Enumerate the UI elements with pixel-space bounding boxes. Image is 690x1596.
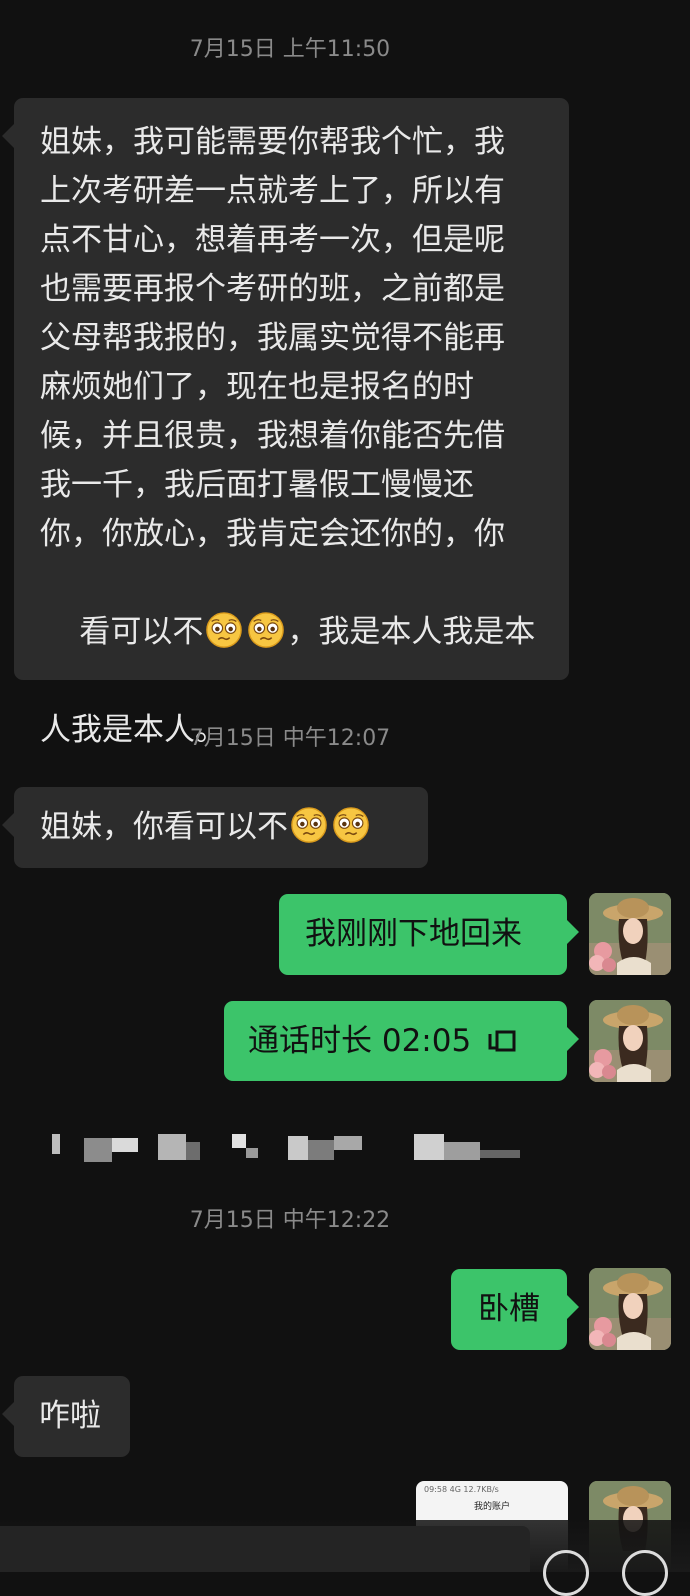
call-record-bubble[interactable]: 通话时长 02:05 bbox=[224, 1001, 579, 1081]
message-text: 姐妹，你看可以不 bbox=[40, 809, 288, 845]
pixelated-redaction bbox=[48, 1120, 588, 1175]
message-input-field[interactable] bbox=[0, 1526, 530, 1572]
redaction-block bbox=[480, 1150, 520, 1158]
preview-title-text: 我的账户 bbox=[473, 1502, 510, 1512]
redaction-block bbox=[288, 1136, 308, 1160]
message-line: 父母帮我报的，我属实觉得不能再 bbox=[40, 320, 505, 356]
avatar-photo bbox=[589, 1000, 671, 1082]
redaction-block bbox=[158, 1134, 186, 1160]
timestamp: 7月15日 中午12:22 bbox=[189, 1208, 391, 1233]
pleading-face-emoji bbox=[333, 807, 369, 843]
message-line: 看可以不 ，我是本人我是本 bbox=[40, 559, 545, 706]
redaction-block bbox=[246, 1148, 258, 1158]
preview-status-text: 09:58 4G 12.7KB/s bbox=[424, 1485, 499, 1494]
redaction-block bbox=[186, 1142, 200, 1160]
call-duration-text: 通话时长 02:05 bbox=[248, 1023, 472, 1059]
message-text: 我刚刚下地回来 bbox=[305, 916, 522, 952]
user-avatar[interactable] bbox=[589, 1268, 671, 1350]
message-line: 我一千，我后面打暑假工慢慢还 bbox=[40, 467, 474, 503]
redaction-block bbox=[308, 1140, 334, 1160]
timestamp: 7月15日 中午12:07 bbox=[189, 726, 391, 751]
message-text: ，我是本人我是本 bbox=[287, 614, 536, 650]
redaction-block bbox=[334, 1136, 362, 1150]
message-line: 候，并且很贵，我想着你能否先借 bbox=[40, 418, 505, 454]
message-text: 咋啦 bbox=[39, 1398, 101, 1434]
avatar-photo bbox=[589, 893, 671, 975]
pleading-face-emoji bbox=[248, 612, 285, 648]
pleading-face-emoji bbox=[206, 612, 243, 648]
message-line: 麻烦她们了，现在也是报名的时 bbox=[40, 369, 474, 405]
message-line: 姐妹，我可能需要你帮我个忙，我 bbox=[40, 124, 505, 160]
avatar-photo bbox=[589, 1268, 671, 1350]
redaction-block bbox=[52, 1134, 60, 1154]
emoji-button[interactable] bbox=[543, 1550, 589, 1596]
redaction-block bbox=[414, 1134, 444, 1160]
message-text: 卧槽 bbox=[478, 1291, 540, 1327]
message-line: 点不甘心，想着再考一次，但是呢 bbox=[40, 222, 505, 258]
user-avatar[interactable] bbox=[589, 893, 671, 975]
incoming-message-bubble[interactable]: 姐妹，我可能需要你帮我个忙，我 上次考研差一点就考上了，所以有 点不甘心，想着再… bbox=[2, 98, 569, 748]
redaction-block bbox=[232, 1134, 246, 1148]
pleading-face-emoji bbox=[291, 807, 327, 843]
outgoing-message-bubble[interactable]: 卧槽 bbox=[451, 1269, 579, 1350]
message-line: 你，你放心，我肯定会还你的，你 bbox=[40, 516, 505, 552]
message-line: 也需要再报个考研的班，之前都是 bbox=[40, 271, 505, 307]
message-text: 看可以不 bbox=[79, 614, 204, 650]
more-button[interactable] bbox=[622, 1550, 668, 1596]
redaction-block bbox=[444, 1142, 480, 1160]
outgoing-message-bubble[interactable]: 我刚刚下地回来 bbox=[279, 894, 579, 975]
incoming-message-bubble[interactable]: 姐妹，你看可以不 bbox=[2, 787, 428, 868]
phone-call-icon bbox=[488, 1030, 516, 1052]
user-avatar[interactable] bbox=[589, 1000, 671, 1082]
redaction-block bbox=[84, 1138, 112, 1162]
timestamp: 7月15日 上午11:50 bbox=[189, 37, 391, 62]
message-line: 上次考研差一点就考上了，所以有 bbox=[40, 173, 505, 209]
incoming-message-bubble[interactable]: 咋啦 bbox=[2, 1376, 130, 1457]
redaction-block bbox=[112, 1138, 138, 1152]
